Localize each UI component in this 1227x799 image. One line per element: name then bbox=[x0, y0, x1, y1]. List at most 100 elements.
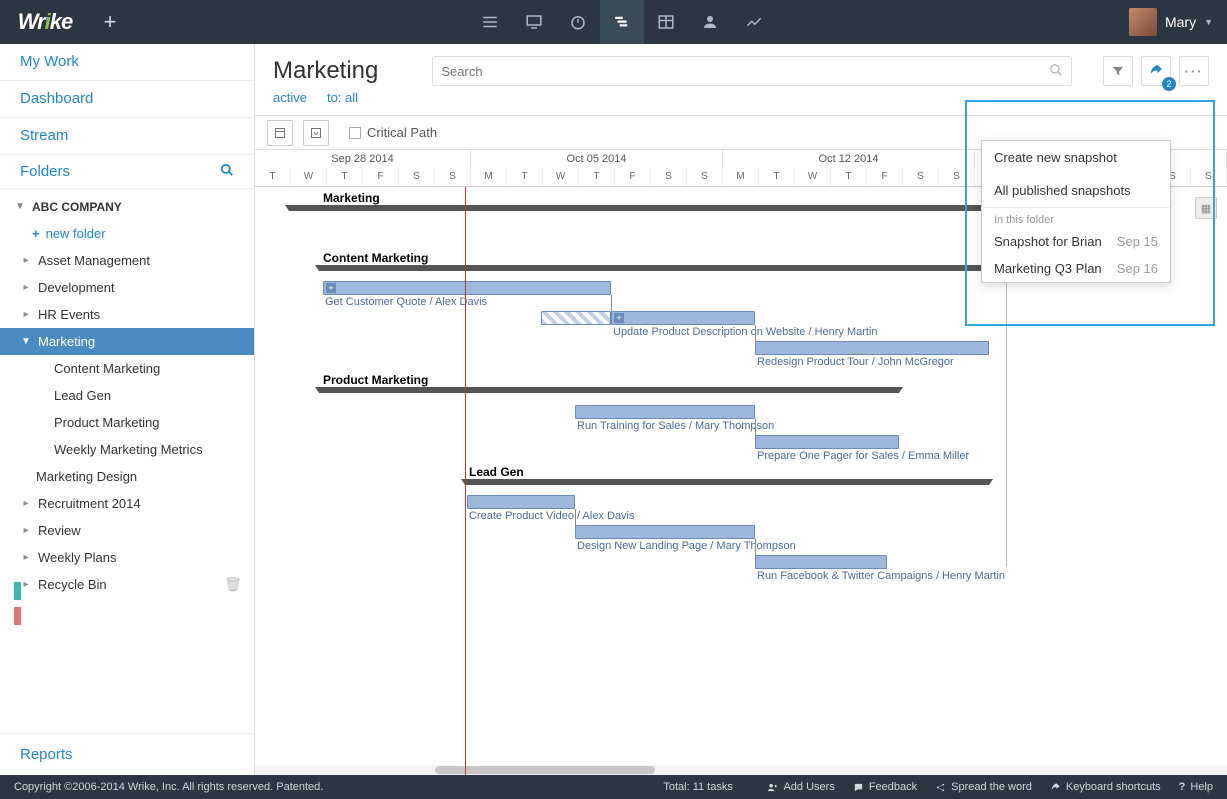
tree-weekly-metrics[interactable]: Weekly Marketing Metrics bbox=[0, 436, 254, 463]
group-marketing[interactable]: Marketing bbox=[323, 191, 380, 205]
share-button[interactable]: 2 bbox=[1141, 56, 1171, 86]
view-analytics-icon[interactable] bbox=[732, 0, 776, 44]
day-cell: S bbox=[651, 168, 687, 186]
week-label: Sep 28 2014 bbox=[255, 150, 471, 168]
task-bar[interactable] bbox=[755, 341, 989, 355]
tree-hr-events[interactable]: ▸HR Events bbox=[0, 301, 254, 328]
search-icon[interactable] bbox=[1049, 63, 1063, 80]
view-timer-icon[interactable] bbox=[556, 0, 600, 44]
task-bar[interactable] bbox=[755, 555, 887, 569]
checkbox[interactable] bbox=[349, 127, 361, 139]
search-input[interactable] bbox=[441, 64, 1049, 79]
filter-to[interactable]: to: all bbox=[327, 90, 358, 105]
spread-link[interactable]: Spread the word bbox=[935, 781, 1032, 793]
group-product-marketing[interactable]: Product Marketing bbox=[323, 373, 428, 387]
view-gantt-icon[interactable] bbox=[600, 0, 644, 44]
tree-new-folder[interactable]: +new folder bbox=[0, 220, 254, 247]
task-label: Run Training for Sales / Mary Thompson bbox=[577, 420, 774, 432]
day-cell: T bbox=[255, 168, 291, 186]
copyright: Copyright ©2006-2014 Wrike, Inc. All rig… bbox=[14, 781, 323, 793]
logo[interactable]: Wrike bbox=[0, 9, 90, 35]
day-cell: F bbox=[363, 168, 399, 186]
group-bar[interactable] bbox=[465, 479, 989, 485]
task-bar[interactable] bbox=[575, 525, 755, 539]
view-switcher bbox=[468, 0, 776, 44]
tree-lead-gen[interactable]: Lead Gen bbox=[0, 382, 254, 409]
tree-content-marketing[interactable]: Content Marketing bbox=[0, 355, 254, 382]
nav-folders[interactable]: Folders bbox=[0, 155, 254, 189]
shortcuts-link[interactable]: Keyboard shortcuts bbox=[1050, 781, 1161, 793]
group-content-marketing[interactable]: Content Marketing bbox=[323, 251, 428, 265]
total-tasks: Total: 11 tasks bbox=[663, 781, 733, 793]
week-label: Oct 12 2014 bbox=[723, 150, 975, 168]
scrollbar-thumb[interactable] bbox=[435, 766, 655, 774]
group-bar[interactable] bbox=[319, 265, 989, 271]
tree-development[interactable]: ▸Development bbox=[0, 274, 254, 301]
search-box[interactable] bbox=[432, 56, 1072, 86]
all-snapshots[interactable]: All published snapshots bbox=[982, 174, 1170, 207]
task-expand-icon[interactable]: + bbox=[614, 313, 624, 323]
task-label: Redesign Product Tour / John McGregor bbox=[757, 356, 954, 368]
add-button[interactable]: + bbox=[90, 0, 130, 44]
snapshot-dropdown: Create new snapshot All published snapsh… bbox=[981, 140, 1171, 283]
task-bar[interactable]: + bbox=[611, 311, 755, 325]
search-folders-icon[interactable] bbox=[220, 163, 234, 180]
create-snapshot[interactable]: Create new snapshot bbox=[982, 141, 1170, 174]
tree-recycle-bin[interactable]: ▸Recycle Bin🗑 bbox=[0, 571, 254, 598]
task-bar[interactable] bbox=[541, 311, 611, 325]
dropdown-section-label: In this folder bbox=[982, 207, 1170, 228]
group-lead-gen[interactable]: Lead Gen bbox=[469, 465, 524, 479]
group-bar[interactable] bbox=[289, 205, 989, 211]
tree-weekly-plans[interactable]: ▸Weekly Plans bbox=[0, 544, 254, 571]
nav-dashboard[interactable]: Dashboard bbox=[0, 81, 254, 118]
task-bar[interactable] bbox=[755, 435, 899, 449]
more-button[interactable]: ··· bbox=[1179, 56, 1209, 86]
nav-my-work[interactable]: My Work bbox=[0, 44, 254, 81]
feedback-link[interactable]: Feedback bbox=[853, 781, 917, 793]
view-user-icon[interactable] bbox=[688, 0, 732, 44]
day-cell: F bbox=[615, 168, 651, 186]
view-list-icon[interactable] bbox=[468, 0, 512, 44]
view-monitor-icon[interactable] bbox=[512, 0, 556, 44]
tree-company[interactable]: ▼ABC COMPANY bbox=[0, 193, 254, 220]
horizontal-scrollbar[interactable] bbox=[255, 765, 1227, 775]
tree-asset-management[interactable]: ▸Asset Management bbox=[0, 247, 254, 274]
color-tag-red bbox=[14, 607, 21, 625]
day-cell: M bbox=[471, 168, 507, 186]
nav-stream[interactable]: Stream bbox=[0, 118, 254, 155]
help-link[interactable]: ?Help bbox=[1179, 781, 1213, 793]
expand-all-button[interactable] bbox=[267, 120, 293, 146]
filter-active[interactable]: active bbox=[273, 90, 307, 105]
group-bar[interactable] bbox=[319, 387, 899, 393]
color-tag-teal bbox=[14, 582, 21, 600]
trash-icon[interactable]: 🗑 bbox=[224, 576, 242, 593]
task-bar[interactable]: + bbox=[323, 281, 611, 295]
tree-recruitment[interactable]: ▸Recruitment 2014 bbox=[0, 490, 254, 517]
share-badge: 2 bbox=[1162, 77, 1176, 91]
add-users-link[interactable]: Add Users bbox=[767, 781, 834, 793]
collapse-all-button[interactable] bbox=[303, 120, 329, 146]
tree-review[interactable]: ▸Review bbox=[0, 517, 254, 544]
critical-path-label: Critical Path bbox=[367, 125, 437, 140]
task-bar[interactable] bbox=[467, 495, 575, 509]
task-label: Prepare One Pager for Sales / Emma Mille… bbox=[757, 450, 969, 462]
snapshot-item[interactable]: Marketing Q3 PlanSep 16 bbox=[982, 255, 1170, 282]
view-table-icon[interactable] bbox=[644, 0, 688, 44]
day-cell: T bbox=[759, 168, 795, 186]
tree-marketing-design[interactable]: Marketing Design bbox=[0, 463, 254, 490]
day-cell: S bbox=[435, 168, 471, 186]
critical-path-toggle[interactable]: Critical Path bbox=[349, 125, 437, 140]
tree-product-marketing[interactable]: Product Marketing bbox=[0, 409, 254, 436]
tree-marketing[interactable]: ▼Marketing bbox=[0, 328, 254, 355]
snapshot-item[interactable]: Snapshot for BrianSep 15 bbox=[982, 228, 1170, 255]
task-label: Create Product Video / Alex Davis bbox=[469, 510, 635, 522]
user-menu[interactable]: Mary ▼ bbox=[1115, 8, 1227, 36]
day-cell: W bbox=[543, 168, 579, 186]
filter-button[interactable] bbox=[1103, 56, 1133, 86]
topbar: Wrike + Mary ▼ bbox=[0, 0, 1227, 44]
avatar bbox=[1129, 8, 1157, 36]
task-expand-icon[interactable]: + bbox=[326, 283, 336, 293]
nav-reports[interactable]: Reports bbox=[0, 733, 254, 775]
minimap-toggle[interactable]: ▦ bbox=[1195, 197, 1217, 219]
task-bar[interactable] bbox=[575, 405, 755, 419]
